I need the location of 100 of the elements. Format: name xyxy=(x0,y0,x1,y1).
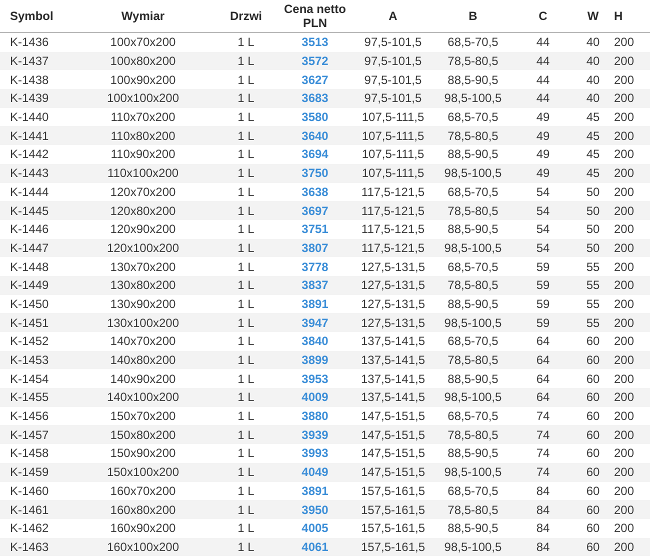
price-cell: 3778 xyxy=(302,260,328,274)
price-cell: 3751 xyxy=(302,222,328,236)
column-header: Cena netto PLN xyxy=(284,2,346,30)
table-cell: 1 L xyxy=(238,222,254,236)
table-cell-text: K-1462 xyxy=(9,521,49,536)
table-cell: 50 xyxy=(586,240,600,255)
table-cell: 40 xyxy=(586,72,600,87)
table-cell: 50 xyxy=(586,222,600,236)
table-cell: 84 xyxy=(536,540,550,554)
table-cell: 68,5-70,5 xyxy=(448,409,498,424)
table-cell: 84 xyxy=(536,484,550,498)
column-header: A xyxy=(388,9,398,23)
table-cell: 107,5-111,5 xyxy=(362,147,424,162)
table-cell: 84 xyxy=(536,502,550,517)
table-cell-text: K-1438 xyxy=(9,72,49,87)
table-cell: 120x100x200 xyxy=(106,240,180,255)
table-cell: 55 xyxy=(586,296,600,311)
table-cell: 64 xyxy=(536,334,550,348)
table-cell: 107,5-111,5 xyxy=(362,110,424,124)
table-cell: 137,5-141,5 xyxy=(360,390,426,404)
price-cell: 4049 xyxy=(302,465,328,480)
price-cell: 3947 xyxy=(302,316,328,330)
table-cell: 55 xyxy=(586,278,600,292)
table-cell-text: K-1455 xyxy=(9,390,49,404)
price-cell: 3837 xyxy=(302,278,328,292)
price-cell: 3939 xyxy=(302,428,328,442)
table-cell: 200 xyxy=(614,334,634,348)
table-cell: 1 L xyxy=(238,54,254,68)
table-cell: 107,5-111,5 xyxy=(362,166,424,180)
price-cell: 3697 xyxy=(302,204,328,218)
table-cell: 200 xyxy=(614,91,634,106)
table-cell: 88,5-90,5 xyxy=(448,446,498,460)
table-cell: 45 xyxy=(586,147,600,162)
table-cell: 60 xyxy=(586,521,600,536)
table-cell: 160x90x200 xyxy=(110,521,176,536)
table-cell: 140x100x200 xyxy=(106,390,180,404)
table-cell: 137,5-141,5 xyxy=(360,334,426,348)
table-cell: 45 xyxy=(586,128,600,143)
price-cell: 3580 xyxy=(302,110,328,124)
table-cell-text: K-1463 xyxy=(9,540,49,554)
table-cell: 1 L xyxy=(238,353,254,368)
table-cell: 78,5-80,5 xyxy=(448,502,498,517)
column-header: Wymiar xyxy=(121,9,165,23)
table-cell: 45 xyxy=(586,110,600,124)
table-cell: 1 L xyxy=(238,390,254,404)
table-cell: 200 xyxy=(614,278,634,292)
table-cell-text: K-1458 xyxy=(9,446,49,460)
table-cell: 49 xyxy=(536,110,550,124)
table-cell: 1 L xyxy=(238,372,254,386)
table-cell: 74 xyxy=(536,446,550,460)
price-cell: 3640 xyxy=(302,128,328,143)
table-cell: 200 xyxy=(614,222,634,236)
price-cell: 3694 xyxy=(302,147,328,162)
table-cell: 68,5-70,5 xyxy=(448,260,498,274)
table-cell: 1 L xyxy=(238,35,254,50)
table-cell: 117,5-121,5 xyxy=(361,204,425,218)
table-cell: 200 xyxy=(614,166,634,180)
table-cell: 157,5-161,5 xyxy=(360,484,426,498)
table-cell: 50 xyxy=(586,204,600,218)
column-header: C xyxy=(538,9,548,23)
table-cell-text: K-1451 xyxy=(9,316,49,330)
table-cell: 147,5-151,5 xyxy=(360,446,426,460)
table-cell: 68,5-70,5 xyxy=(448,484,498,498)
table-cell: 1 L xyxy=(238,465,254,480)
table-cell: 54 xyxy=(536,240,550,255)
table-cell: 1 L xyxy=(238,240,254,255)
table-cell-text: K-1460 xyxy=(9,484,49,498)
table-cell: 157,5-161,5 xyxy=(360,521,426,536)
table-cell: 88,5-90,5 xyxy=(448,147,498,162)
table-cell: 98,5-100,5 xyxy=(444,465,502,480)
table-cell: 1 L xyxy=(238,72,254,87)
table-cell: 98,5-100,5 xyxy=(444,91,502,106)
table-cell-text: K-1439 xyxy=(9,91,49,106)
table-cell: 200 xyxy=(614,316,634,330)
table-cell: 55 xyxy=(586,316,600,330)
table-cell: 64 xyxy=(536,372,550,386)
table-cell: 100x70x200 xyxy=(110,35,176,50)
column-header: Symbol xyxy=(9,9,54,23)
table-cell: 40 xyxy=(586,35,600,50)
table-cell: 200 xyxy=(614,409,634,424)
table-cell: 150x70x200 xyxy=(110,409,176,424)
table-cell: 97,5-101,5 xyxy=(364,54,422,68)
column-header: W xyxy=(587,9,599,23)
table-cell: 100x100x200 xyxy=(106,91,180,106)
table-cell: 1 L xyxy=(238,409,254,424)
table-cell: 68,5-70,5 xyxy=(448,334,498,348)
table-cell: 160x100x200 xyxy=(106,540,180,554)
table-cell: 1 L xyxy=(238,128,254,143)
table-cell-text: K-1457 xyxy=(9,428,49,442)
table-cell: 54 xyxy=(536,204,550,218)
table-cell: 1 L xyxy=(238,260,254,274)
table-cell: 1 L xyxy=(238,166,254,180)
price-cell: 4005 xyxy=(302,521,328,536)
table-cell: 68,5-70,5 xyxy=(448,110,498,124)
table-cell: 110x70x200 xyxy=(110,110,176,124)
table-cell: 97,5-101,5 xyxy=(364,35,422,50)
table-cell: 1 L xyxy=(238,446,254,460)
table-cell: 200 xyxy=(614,110,634,124)
table-cell-text: K-1452 xyxy=(9,334,49,348)
table-cell: 98,5-100,5 xyxy=(444,240,502,255)
